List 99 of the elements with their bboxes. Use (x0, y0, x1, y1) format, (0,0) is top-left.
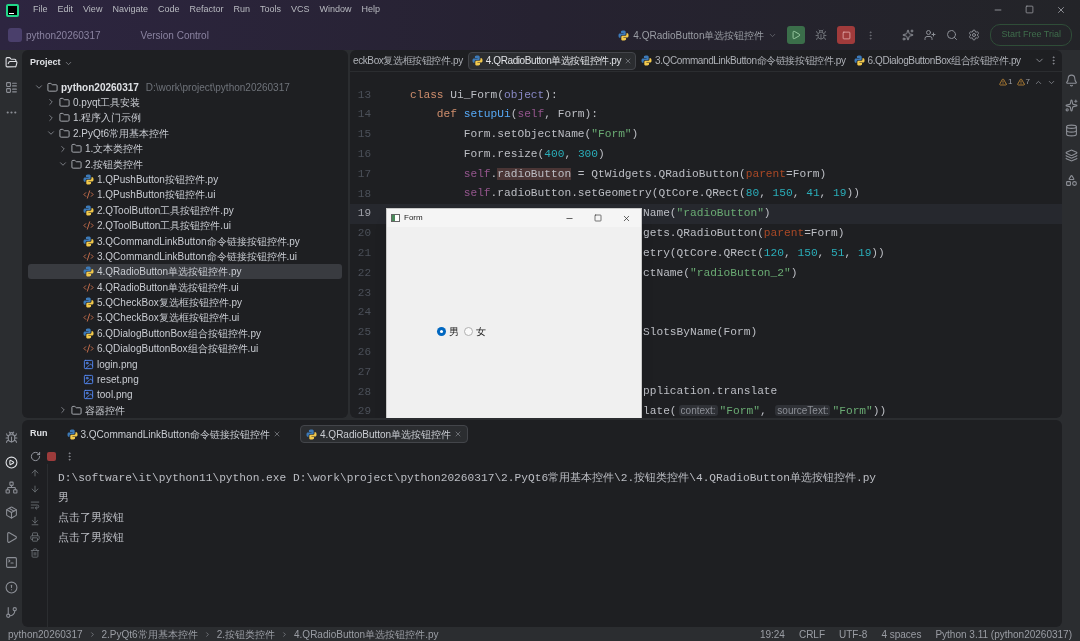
run-tab[interactable]: 3.QCommandLinkButton命令链接按钮控件 (61, 425, 286, 443)
run-tab[interactable]: 4.QRadioButton单选按钮控件 (300, 425, 469, 443)
tree-item[interactable]: login.png (28, 356, 342, 372)
tree-item[interactable]: 6.QDialogButtonBox组合按钮控件.py (28, 325, 342, 342)
status-item[interactable]: CRLF (798, 626, 826, 641)
tree-item-label: 5.QCheckBox复选框按钮控件.py (97, 296, 243, 311)
tree-item-label: 6.QDialogButtonBox组合按钮控件.ui (97, 342, 259, 357)
breadcrumb[interactable]: 4.QRadioButton单选按钮控件.py (294, 626, 439, 641)
tree-item[interactable]: 1.QPushButton按钮控件.ui (28, 187, 342, 203)
breadcrumb[interactable]: 2.PyQt6常用基本控件 (101, 626, 198, 641)
code-line: Name("radioButton") (643, 206, 771, 222)
tree-item[interactable]: 1.QPushButton按钮控件.py (28, 171, 342, 188)
tree-item-path: D:\work\project\python20260317 (145, 80, 290, 95)
menu-item[interactable]: Run (233, 3, 250, 17)
tree-item-label: 0.pyqt工具安装 (73, 96, 141, 110)
code-line: Form.setObjectName("Form") (462, 127, 639, 143)
run-configuration[interactable]: 4.QRadioButton单选按钮控件 (633, 27, 765, 43)
tree-item[interactable]: 0.pyqt工具安装 (28, 94, 342, 111)
tree-item[interactable]: reset.png (28, 371, 342, 388)
console-output-line: 点击了男按钮 (58, 511, 125, 526)
tree-item-label: 3.QCommandLinkButton命令链接按钮控件.py (97, 234, 300, 249)
tree-item-label: login.png (97, 357, 138, 372)
tree-item-label: 3.QCommandLinkButton命令链接按钮控件.ui (97, 249, 298, 264)
breadcrumb[interactable]: 2.按钮类控件 (216, 626, 275, 641)
tree-item-label: 1.文本类控件 (85, 142, 144, 157)
status-item[interactable]: 4 spaces (881, 626, 922, 641)
tree-item[interactable]: python20260317 D:\work\project\python20260317 (28, 79, 342, 95)
tree-item-label: reset.png (97, 373, 139, 387)
code-line: self.radioButton.setGeometry(QtCore.QRect(80, 150, 41, 19)) (462, 186, 860, 202)
tree-item-label: 4.QRadioButton单选按钮控件.ui (97, 280, 239, 295)
warning-count[interactable]: 7 (1025, 76, 1030, 88)
line-number: 19 (356, 206, 371, 222)
code-line: etry(QtCore.QRect(120, 150, 51, 19)) (643, 245, 885, 261)
tree-item-label: 6.QDialogButtonBox组合按钮控件.py (97, 326, 261, 341)
editor-tab[interactable]: eckBox复选框按钮控件.py (350, 51, 466, 70)
console-output-line: D:\software\it\python11\python.exe D:\work\project\python20260317\2.PyQt6常用基本控件\2.按钮类控件\4.QRadioButton单选按钮控件.py (58, 471, 877, 486)
tree-item[interactable]: 3.QCommandLinkButton命令链接按钮控件.ui (28, 248, 342, 265)
tree-item-label: 1.程序入门示例 (73, 111, 142, 126)
tree-item-label: tool.png (97, 388, 133, 403)
code-line: gets.QRadioButton(parent=Form) (643, 226, 845, 242)
panel-title: Project (30, 56, 61, 70)
tree-item[interactable]: 5.QCheckBox复选框按钮控件.ui (28, 310, 342, 326)
tree-item[interactable]: 2.PyQt6常用基本控件 (28, 125, 342, 141)
console-output-line: 点击了男按钮 (58, 531, 125, 546)
warning-count[interactable]: 1 (1008, 76, 1013, 88)
window-title: Form (404, 212, 423, 224)
radio-label: 女 (476, 325, 486, 339)
tree-item[interactable]: 1.程序入门示例 (28, 110, 342, 126)
console-output-line: 男 (58, 491, 70, 506)
tree-item-label: 2.PyQt6常用基本控件 (73, 126, 170, 141)
code-line: pplication.translate (643, 384, 778, 400)
tree-item[interactable]: 2.QToolButton工具按钮控件.ui (28, 217, 342, 234)
code-line: def setupUi(self, Form): (435, 107, 598, 123)
editor-tab[interactable]: 6.QDialogButtonBox组合按钮控件.py (850, 51, 1024, 70)
editor-tab[interactable]: 4.QRadioButton单选按钮控件.py (467, 51, 637, 70)
code-line: Form.resize(400, 300) (462, 146, 605, 162)
menu-item[interactable]: Navigate (112, 3, 148, 17)
tree-item[interactable]: 5.QCheckBox复选框按钮控件.py (28, 294, 342, 311)
code-line: late( context: "Form", sourceText: "Form")) (643, 404, 887, 418)
tree-item-label: python20260317 (61, 80, 139, 95)
panel-title: Run (30, 427, 48, 441)
tree-item-label: 2.按钮类控件 (85, 157, 144, 172)
tree-item[interactable]: 4.QRadioButton单选按钮控件.ui (28, 279, 342, 295)
code-line: class Ui_Form(object): (410, 87, 558, 103)
menu-item[interactable]: Code (157, 3, 180, 17)
tree-item[interactable]: 6.QDialogButtonBox组合按钮控件.ui (28, 341, 342, 357)
tree-item-label: 2.QToolButton工具按钮控件.py (97, 203, 234, 218)
menu-item[interactable]: File (33, 3, 48, 17)
tree-item[interactable]: 4.QRadioButton单选按钮控件.py (28, 264, 342, 280)
status-item[interactable]: Python 3.11 (python20260317) (935, 626, 1072, 641)
menu-item[interactable]: Refactor (189, 3, 224, 17)
code-line: SlotsByName(Form) (643, 325, 758, 341)
tree-item-label: 5.QCheckBox复选框按钮控件.ui (97, 311, 240, 326)
code-line: self.radioButton = QtWidgets.QRadioButton(parent=Form) (462, 166, 827, 182)
tree-item-label: 2.QToolButton工具按钮控件.ui (97, 219, 231, 234)
tree-item[interactable]: 容器控件 (28, 402, 342, 418)
tree-item-label: 1.QPushButton按钮控件.py (97, 172, 219, 187)
menu-item[interactable]: Window (319, 3, 352, 17)
menu-item[interactable]: View (83, 3, 103, 17)
radio-label: 男 (449, 325, 459, 339)
menu-item[interactable]: VCS (291, 3, 310, 17)
menu-item[interactable]: Tools (259, 3, 281, 17)
tree-item-label: 4.QRadioButton单选按钮控件.py (97, 265, 242, 280)
menu-item[interactable]: Help (361, 3, 381, 17)
tree-item[interactable]: 2.QToolButton工具按钮控件.py (28, 202, 342, 218)
menu-item[interactable]: Edit (57, 3, 74, 17)
tree-item[interactable]: tool.png (28, 387, 342, 403)
status-item[interactable]: UTF-8 (839, 626, 868, 641)
tree-item[interactable]: 1.文本类控件 (28, 140, 342, 157)
breadcrumb[interactable]: python20260317 (8, 626, 83, 641)
tree-item[interactable]: 2.按钮类控件 (28, 156, 342, 172)
status-item[interactable]: 19:24 (759, 626, 785, 641)
code-line: ctName("radioButton_2") (643, 265, 798, 281)
project-switcher[interactable]: python20260317 (26, 27, 101, 43)
tree-item-label: 1.QPushButton按钮控件.ui (97, 188, 216, 203)
vcs-widget[interactable]: Version Control (140, 27, 209, 43)
editor-tab[interactable]: 3.QCommandLinkButton命令链接按钮控件.py (638, 51, 849, 70)
tree-item[interactable]: 3.QCommandLinkButton命令链接按钮控件.py (28, 233, 342, 249)
tree-item-label: 容器控件 (85, 403, 125, 418)
